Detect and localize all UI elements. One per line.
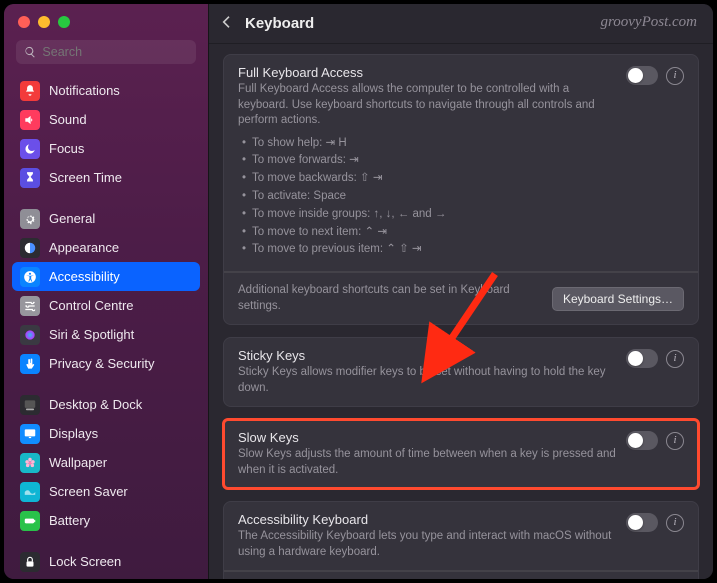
display-icon: [20, 424, 40, 444]
full-access-shortcuts: To show help: ⇥ HTo move forwards: ⇥To m…: [238, 135, 616, 260]
sticky-keys-info-button[interactable]: i: [666, 350, 684, 368]
speaker-icon: [20, 110, 40, 130]
watermark: groovyPost.com: [600, 14, 697, 31]
shortcut-item: To move backwards: ⇧ ⇥: [238, 170, 616, 188]
sticky-keys-title: Sticky Keys: [238, 348, 616, 363]
full-access-info-button[interactable]: i: [666, 67, 684, 85]
accessibility-icon: [20, 267, 40, 287]
sliders-icon: [20, 296, 40, 316]
sidebar-item-label: Displays: [49, 426, 98, 441]
sidebar-list: Notifications Sound Focus Screen Time Genera…: [4, 74, 208, 579]
sidebar-item-privacy-security[interactable]: Privacy & Security: [12, 349, 200, 378]
search-field[interactable]: [16, 40, 196, 64]
back-button[interactable]: [219, 14, 235, 33]
moon-icon: [20, 139, 40, 159]
system-settings-window: Notifications Sound Focus Screen Time Genera…: [4, 4, 713, 579]
acc-keyboard-title: Accessibility Keyboard: [238, 512, 616, 527]
acc-keyboard-info-button[interactable]: i: [666, 514, 684, 532]
maximize-button[interactable]: [58, 16, 70, 28]
sidebar-item-sound[interactable]: Sound: [12, 105, 200, 134]
sticky-keys-card: Sticky Keys Sticky Keys allows modifier …: [223, 337, 699, 407]
full-keyboard-access-card: Full Keyboard Access Full Keyboard Acces…: [223, 54, 699, 325]
appearance-icon: [20, 238, 40, 258]
shortcut-item: To move to previous item: ⌃ ⇧ ⇥: [238, 241, 616, 259]
full-access-title: Full Keyboard Access: [238, 65, 616, 80]
sidebar-item-label: Screen Saver: [49, 484, 128, 499]
screensaver-icon: [20, 482, 40, 502]
siri-icon: [20, 325, 40, 345]
page-title: Keyboard: [245, 15, 314, 32]
keyboard-settings-hint: Additional keyboard shortcuts can be set…: [238, 283, 542, 314]
sidebar-item-label: Wallpaper: [49, 455, 107, 470]
sidebar-item-focus[interactable]: Focus: [12, 134, 200, 163]
slow-keys-card: Slow Keys Slow Keys adjusts the amount o…: [223, 419, 699, 489]
bell-icon: [20, 81, 40, 101]
sidebar-item-appearance[interactable]: Appearance: [12, 233, 200, 262]
sidebar-item-label: Battery: [49, 513, 90, 528]
sidebar-item-screen-saver[interactable]: Screen Saver: [12, 477, 200, 506]
window-controls: [4, 4, 208, 36]
search-icon: [24, 45, 36, 59]
slow-keys-title: Slow Keys: [238, 430, 616, 445]
sidebar-item-label: Screen Time: [49, 170, 122, 185]
shortcut-item: To move inside groups: ↑, ↓, ← and →: [238, 206, 616, 224]
search-input[interactable]: [42, 45, 188, 59]
close-button[interactable]: [18, 16, 30, 28]
shortcut-item: To activate: Space: [238, 188, 616, 206]
sidebar-item-screen-time[interactable]: Screen Time: [12, 163, 200, 192]
sidebar-item-accessibility[interactable]: Accessibility: [12, 262, 200, 291]
slow-keys-toggle[interactable]: [626, 431, 658, 450]
flower-icon: [20, 453, 40, 473]
sidebar-item-label: Lock Screen: [49, 554, 121, 569]
accessibility-keyboard-card: Accessibility Keyboard The Accessibility…: [223, 501, 699, 579]
sidebar-item-notifications[interactable]: Notifications: [12, 76, 200, 105]
minimize-button[interactable]: [38, 16, 50, 28]
lock-icon: [20, 552, 40, 572]
chevron-left-icon: [219, 14, 235, 30]
full-access-toggle[interactable]: [626, 66, 658, 85]
sidebar-item-label: General: [49, 211, 95, 226]
sidebar-item-label: Siri & Spotlight: [49, 327, 134, 342]
sidebar-item-label: Accessibility: [49, 269, 120, 284]
battery-icon: [20, 511, 40, 531]
shortcut-item: To move to next item: ⌃ ⇥: [238, 224, 616, 242]
keyboard-settings-button[interactable]: Keyboard Settings…: [552, 287, 684, 311]
gear-icon: [20, 209, 40, 229]
sidebar-item-label: Desktop & Dock: [49, 397, 142, 412]
content-scroll[interactable]: Full Keyboard Access Full Keyboard Acces…: [209, 44, 713, 579]
sidebar-item-siri-spotlight[interactable]: Siri & Spotlight: [12, 320, 200, 349]
sidebar-item-label: Privacy & Security: [49, 356, 154, 371]
sidebar-item-displays[interactable]: Displays: [12, 419, 200, 448]
sidebar-item-general[interactable]: General: [12, 204, 200, 233]
sticky-keys-toggle[interactable]: [626, 349, 658, 368]
sidebar-item-label: Control Centre: [49, 298, 134, 313]
sidebar-item-label: Notifications: [49, 83, 120, 98]
sidebar-item-lock-screen[interactable]: Lock Screen: [12, 547, 200, 576]
full-access-desc: Full Keyboard Access allows the computer…: [238, 82, 616, 129]
hand-icon: [20, 354, 40, 374]
header: Keyboard groovyPost.com: [209, 4, 713, 44]
acc-keyboard-desc: The Accessibility Keyboard lets you type…: [238, 529, 616, 560]
sidebar-item-wallpaper[interactable]: Wallpaper: [12, 448, 200, 477]
sidebar-item-battery[interactable]: Battery: [12, 506, 200, 535]
shortcut-item: To move forwards: ⇥: [238, 152, 616, 170]
slow-keys-info-button[interactable]: i: [666, 432, 684, 450]
sidebar-item-label: Sound: [49, 112, 87, 127]
sidebar-item-label: Focus: [49, 141, 84, 156]
sidebar-item-desktop-dock[interactable]: Desktop & Dock: [12, 390, 200, 419]
sidebar-item-control-centre[interactable]: Control Centre: [12, 291, 200, 320]
shortcut-item: To show help: ⇥ H: [238, 135, 616, 153]
main-pane: Keyboard groovyPost.com Full Keyboard Ac…: [209, 4, 713, 579]
hourglass-icon: [20, 168, 40, 188]
slow-keys-desc: Slow Keys adjusts the amount of time bet…: [238, 447, 616, 478]
dock-icon: [20, 395, 40, 415]
sidebar-item-label: Appearance: [49, 240, 119, 255]
sticky-keys-desc: Sticky Keys allows modifier keys to be s…: [238, 365, 616, 396]
acc-keyboard-toggle[interactable]: [626, 513, 658, 532]
sidebar: Notifications Sound Focus Screen Time Genera…: [4, 4, 209, 579]
